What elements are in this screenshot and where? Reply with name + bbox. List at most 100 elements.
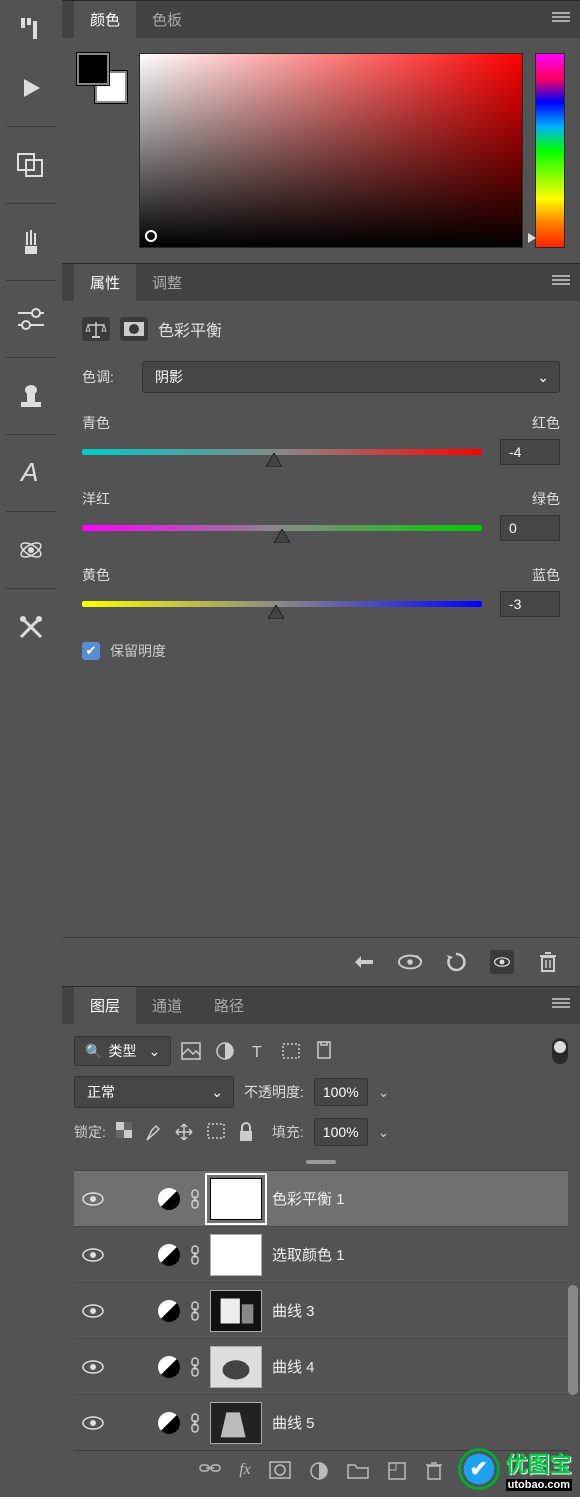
- visibility-toggle-icon[interactable]: [82, 1247, 102, 1263]
- chevron-down-icon[interactable]: ⌄: [378, 1124, 390, 1141]
- layers-footer: fx: [74, 1450, 568, 1485]
- slider-thumb[interactable]: [268, 605, 284, 619]
- tool-stamp-icon[interactable]: [11, 376, 51, 416]
- layer-name[interactable]: 曲线 5: [272, 1412, 315, 1433]
- yellow-blue-value[interactable]: -3: [500, 591, 560, 617]
- panel-menu-icon[interactable]: [552, 11, 570, 23]
- layer-row[interactable]: 曲线 4: [74, 1338, 568, 1394]
- lock-all-icon[interactable]: [238, 1122, 254, 1142]
- lock-transparency-icon[interactable]: [116, 1122, 132, 1142]
- panel-menu-icon[interactable]: [552, 274, 570, 286]
- filter-type-icon[interactable]: T: [249, 1042, 267, 1060]
- link-mask-icon[interactable]: [190, 1244, 200, 1266]
- tab-color[interactable]: 颜色: [74, 1, 136, 38]
- tool-artboard-icon[interactable]: [11, 10, 51, 50]
- panel-menu-icon[interactable]: [552, 997, 570, 1009]
- delete-layer-icon[interactable]: [425, 1461, 443, 1481]
- tool-type-icon[interactable]: A: [11, 453, 51, 493]
- filter-image-icon[interactable]: [181, 1042, 201, 1060]
- foreground-background-swatch[interactable]: [77, 53, 127, 103]
- cyan-red-value[interactable]: -4: [500, 439, 560, 465]
- new-group-icon[interactable]: [347, 1461, 369, 1481]
- layer-name[interactable]: 曲线 4: [272, 1356, 315, 1377]
- yellow-blue-slider[interactable]: [82, 601, 482, 607]
- color-cursor[interactable]: [145, 230, 157, 242]
- tab-swatches[interactable]: 色板: [136, 1, 198, 38]
- slider-thumb[interactable]: [274, 529, 290, 543]
- filter-smart-icon[interactable]: [315, 1041, 333, 1061]
- lock-position-icon[interactable]: [174, 1122, 194, 1142]
- foreground-color-swatch[interactable]: [77, 53, 109, 85]
- tone-dropdown[interactable]: 阴影 ⌄: [142, 361, 560, 393]
- magenta-green-value[interactable]: 0: [500, 515, 560, 541]
- link-layers-icon[interactable]: [199, 1461, 221, 1481]
- layer-mask-thumbnail[interactable]: [210, 1234, 262, 1276]
- layer-mask-thumbnail[interactable]: [210, 1402, 262, 1444]
- add-mask-icon[interactable]: [269, 1461, 291, 1481]
- tool-adjustments-icon[interactable]: [11, 299, 51, 339]
- tab-adjustments[interactable]: 调整: [136, 264, 198, 301]
- layer-filter-dropdown[interactable]: 🔍 类型 ⌄: [74, 1036, 171, 1066]
- tool-play-icon[interactable]: [11, 68, 51, 108]
- separator: [6, 357, 56, 358]
- color-panel-tabs: 颜色 色板: [62, 1, 580, 38]
- layer-name[interactable]: 选取颜色 1: [272, 1244, 345, 1265]
- tab-paths[interactable]: 路径: [198, 987, 260, 1024]
- filter-adjustment-icon[interactable]: [215, 1041, 235, 1061]
- filter-toggle[interactable]: [552, 1038, 568, 1064]
- filter-shape-icon[interactable]: [281, 1042, 301, 1060]
- scrollbar[interactable]: [568, 1285, 578, 1395]
- left-toolbar: A: [0, 0, 62, 1497]
- layer-row[interactable]: 色彩平衡 1: [74, 1170, 568, 1226]
- cyan-red-slider[interactable]: [82, 449, 482, 455]
- tab-channels[interactable]: 通道: [136, 987, 198, 1024]
- link-mask-icon[interactable]: [190, 1412, 200, 1434]
- visibility-toggle-icon[interactable]: [82, 1415, 102, 1431]
- visibility-toggle-icon[interactable]: [82, 1303, 102, 1319]
- drag-handle[interactable]: [306, 1160, 336, 1164]
- saturation-brightness-picker[interactable]: [139, 53, 523, 248]
- tool-atom-icon[interactable]: [11, 530, 51, 570]
- layer-row[interactable]: 曲线 3: [74, 1282, 568, 1338]
- slider-thumb[interactable]: [266, 453, 282, 467]
- lock-pixels-icon[interactable]: [144, 1122, 162, 1142]
- lock-artboard-icon[interactable]: [206, 1122, 226, 1142]
- tab-properties[interactable]: 属性: [74, 264, 136, 301]
- blend-mode-dropdown[interactable]: 正常 ⌄: [74, 1076, 234, 1108]
- link-mask-icon[interactable]: [190, 1300, 200, 1322]
- trash-icon[interactable]: [536, 950, 560, 974]
- layer-mask-thumbnail[interactable]: [210, 1178, 262, 1220]
- reset-icon[interactable]: [444, 950, 468, 974]
- properties-panel-tabs: 属性 调整: [62, 264, 580, 301]
- chevron-down-icon[interactable]: ⌄: [378, 1084, 390, 1101]
- hue-slider[interactable]: [535, 53, 565, 248]
- toggle-visibility-icon[interactable]: [490, 950, 514, 974]
- hue-pointer[interactable]: [528, 233, 536, 243]
- tab-layers[interactable]: 图层: [74, 987, 136, 1024]
- layer-row[interactable]: 选取颜色 1: [74, 1226, 568, 1282]
- layer-name[interactable]: 曲线 3: [272, 1300, 315, 1321]
- layer-mask-thumbnail[interactable]: [210, 1346, 262, 1388]
- adjustment-layer-icon: [158, 1244, 180, 1266]
- visibility-toggle-icon[interactable]: [82, 1191, 102, 1207]
- search-icon: 🔍: [85, 1043, 102, 1060]
- layer-effects-icon[interactable]: fx: [239, 1461, 251, 1481]
- tool-brush-cross-icon[interactable]: [11, 607, 51, 647]
- svg-text:A: A: [19, 459, 38, 487]
- opacity-value[interactable]: 100%: [314, 1078, 368, 1106]
- new-adjustment-icon[interactable]: [309, 1461, 329, 1481]
- layer-mask-thumbnail[interactable]: [210, 1290, 262, 1332]
- tool-crop-overlap-icon[interactable]: [11, 145, 51, 185]
- magenta-green-slider[interactable]: [82, 525, 482, 531]
- fill-value[interactable]: 100%: [314, 1118, 368, 1146]
- tool-brushes-icon[interactable]: [11, 222, 51, 262]
- clip-to-layer-icon[interactable]: [352, 950, 376, 974]
- layer-name[interactable]: 色彩平衡 1: [272, 1188, 345, 1209]
- preserve-luminosity-checkbox[interactable]: ✔: [82, 642, 100, 660]
- layer-row[interactable]: 曲线 5: [74, 1394, 568, 1450]
- link-mask-icon[interactable]: [190, 1188, 200, 1210]
- link-mask-icon[interactable]: [190, 1356, 200, 1378]
- view-previous-icon[interactable]: [398, 950, 422, 974]
- visibility-toggle-icon[interactable]: [82, 1359, 102, 1375]
- new-layer-icon[interactable]: [387, 1461, 407, 1481]
